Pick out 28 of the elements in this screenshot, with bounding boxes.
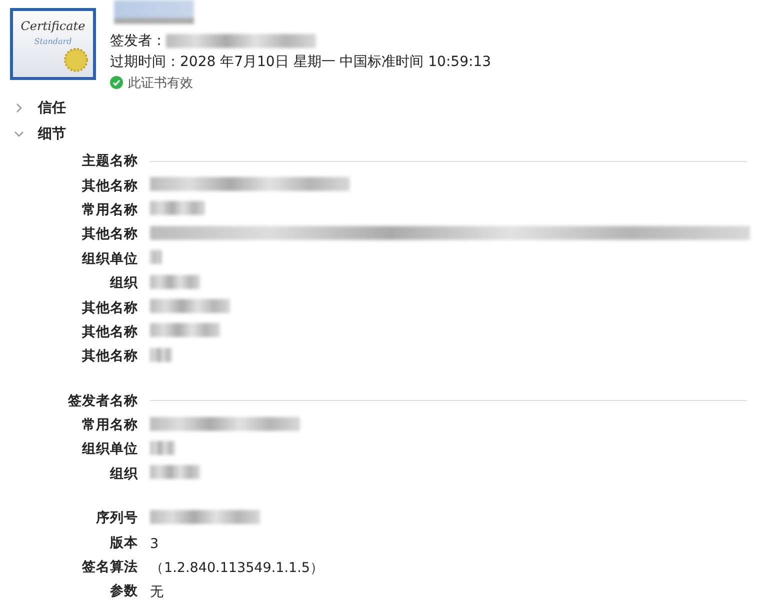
chevron-icon[interactable] xyxy=(14,129,24,139)
field-value: （1.2.840.113549.1.1.5） xyxy=(150,560,324,576)
field-label: 组织单位 xyxy=(80,440,138,458)
field-label: 组织 xyxy=(108,274,138,292)
field-label: 版本 xyxy=(108,534,138,552)
status-text: 此证书有效 xyxy=(128,74,193,92)
field-label: 其他名称 xyxy=(81,225,138,244)
expiry-text: 过期时间：2028 年7月10日 星期一 中国标准时间 10:59:13 xyxy=(110,52,492,70)
field-label: 常用名称 xyxy=(81,416,138,434)
section-label[interactable]: 细节 xyxy=(38,125,66,143)
field-label: 其他名称 xyxy=(81,322,138,341)
field-label: 参数 xyxy=(109,582,138,600)
field-label: 其他名称 xyxy=(81,347,138,366)
group-heading: 主题名称 xyxy=(81,152,138,170)
field-label: 其他名称 xyxy=(81,298,138,317)
chevron-icon[interactable] xyxy=(14,103,24,113)
field-label: 组织 xyxy=(108,464,138,483)
field-value: 无 xyxy=(150,584,164,600)
field-label: 其他名称 xyxy=(81,176,138,195)
group-heading: 签发者名称 xyxy=(67,392,138,410)
issuer-label: 签发者： xyxy=(110,32,166,50)
field-value: 3 xyxy=(150,536,159,552)
section-label[interactable]: 信任 xyxy=(38,99,66,117)
field-label: 组织单位 xyxy=(80,250,138,268)
field-label: 常用名称 xyxy=(81,200,138,219)
field-label: 序列号 xyxy=(95,509,138,528)
certificate-icon: Certificate Standard xyxy=(10,8,96,80)
field-label: 签名算法 xyxy=(81,558,138,576)
